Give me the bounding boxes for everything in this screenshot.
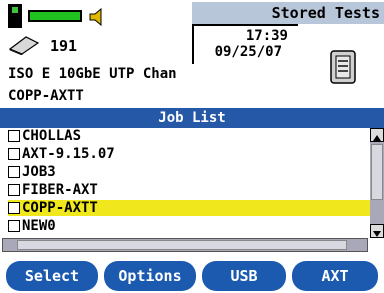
- checkbox[interactable]: [8, 184, 20, 196]
- checkbox[interactable]: [8, 148, 20, 160]
- chevron-down-icon: [373, 231, 381, 237]
- job-list-header: Job List: [0, 108, 384, 128]
- chevron-up-icon: [373, 135, 381, 141]
- list-item[interactable]: FIBER-AXT: [8, 182, 370, 198]
- list-item[interactable]: NEW0: [8, 218, 370, 234]
- list-item[interactable]: JOB3: [8, 164, 370, 180]
- battery-icon: [8, 4, 22, 28]
- list-item-label: CHOLLAS: [22, 128, 82, 144]
- battery-charge-indicator: [12, 7, 18, 13]
- checkbox[interactable]: [8, 202, 20, 214]
- status-header: Stored Tests 191 17:39 09/25/07 ISO E 10…: [0, 0, 384, 104]
- select-button[interactable]: Select: [6, 261, 98, 291]
- vertical-scrollbar[interactable]: [370, 128, 384, 238]
- checkbox[interactable]: [8, 220, 20, 232]
- datetime-box: 17:39 09/25/07: [192, 24, 298, 64]
- level-indicator-bar: [28, 10, 82, 22]
- usb-button[interactable]: USB: [202, 261, 286, 291]
- time-display: 17:39: [245, 28, 288, 44]
- horizontal-scroll-thumb[interactable]: [17, 240, 347, 250]
- options-button[interactable]: Options: [104, 261, 196, 291]
- scroll-down-button[interactable]: [370, 224, 384, 238]
- list-item-label: AXT-9.15.07: [22, 146, 115, 162]
- list-item[interactable]: AXT-9.15.07: [8, 146, 370, 162]
- speaker-icon: [89, 8, 102, 26]
- title-bar: Stored Tests: [192, 2, 384, 24]
- vertical-scroll-thumb[interactable]: [371, 144, 383, 200]
- checkbox[interactable]: [8, 166, 20, 178]
- date-display: 09/25/07: [214, 44, 282, 60]
- job-list: CHOLLAS AXT-9.15.07 JOB3 FIBER-AXT COPP-…: [0, 128, 370, 238]
- stored-test-count: 191: [50, 37, 78, 55]
- current-job-label: COPP-AXTT: [8, 88, 84, 104]
- screen-title: Stored Tests: [271, 4, 380, 22]
- axt-button[interactable]: AXT: [292, 261, 378, 291]
- list-item[interactable]: CHOLLAS: [8, 128, 370, 144]
- job-standard-label: ISO E 10GbE UTP Chan: [8, 66, 177, 82]
- checkbox[interactable]: [8, 130, 20, 142]
- memory-card-icon: [8, 36, 40, 55]
- document-icon: [330, 50, 356, 84]
- softkey-bar: Select Options USB AXT: [0, 254, 384, 293]
- list-item-label: NEW0: [22, 218, 56, 234]
- list-item-label: JOB3: [22, 164, 56, 180]
- list-item-label: COPP-AXTT: [22, 200, 98, 216]
- scroll-up-button[interactable]: [370, 128, 384, 142]
- list-item-label: FIBER-AXT: [22, 182, 98, 198]
- list-item-selected[interactable]: COPP-AXTT: [8, 200, 370, 216]
- horizontal-scrollbar[interactable]: [2, 238, 368, 252]
